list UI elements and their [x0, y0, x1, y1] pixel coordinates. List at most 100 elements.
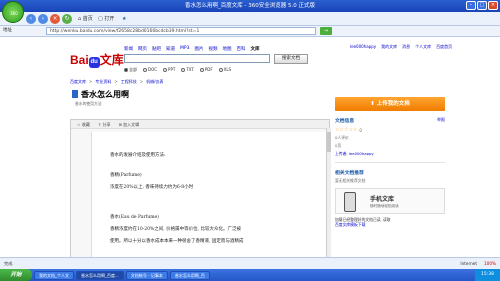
- document-page: 香水的发展介绍及使用方法: 香精(Parfume) 浓度在20%以上, 香味持续…: [91, 132, 327, 269]
- filter-radio[interactable]: XLS: [218, 67, 231, 73]
- web-page: Bai du 文库 新闻 网页 贴吧 知道 MP3 图片 视频 地图 百科 文库 lee000happ…: [0, 37, 500, 269]
- related-docs-note: 暂无相关推荐文档: [335, 178, 366, 183]
- document-viewer: ☆ 收藏 ⇪ 分享 ⊞ 加入文辑 香水的发展介绍及使用方法: 香精(Parfum…: [70, 119, 330, 269]
- rating: ☆☆☆☆☆ 0: [335, 127, 362, 133]
- title-bar: 360 香水怎么用啊_百度文库 - 360安全浏览器 5.0 正式版 – □ ×: [0, 0, 500, 23]
- nav-link[interactable]: 视频: [208, 46, 217, 52]
- taskbar-item[interactable]: 我的文档_个人文: [34, 270, 74, 280]
- word-doc-icon: [72, 90, 78, 98]
- related-docs-header: 相关文档推荐: [335, 171, 364, 176]
- breadcrumb: 百度文库 > 专业资料 > 工程科技 > 机械/仪表: [70, 79, 163, 85]
- nav-link[interactable]: 知道: [166, 46, 175, 52]
- baidu-paw-icon: du: [88, 57, 100, 68]
- open-button[interactable]: ▢ 打开: [98, 14, 114, 24]
- mobile-wenku-ad[interactable]: 手机文库 随时随地轻松阅读: [335, 188, 445, 214]
- taskbar-item[interactable]: 香水怎么用啊_百度...: [76, 270, 124, 280]
- scrollbar-thumb[interactable]: [327, 132, 331, 152]
- filter-radio[interactable]: PDF: [199, 67, 213, 73]
- filter-radio[interactable]: DOC: [143, 67, 157, 73]
- status-bar: 完成 Internet 100%: [0, 257, 500, 269]
- filter-radio[interactable]: 全部: [124, 67, 137, 73]
- radio-icon: [218, 68, 223, 72]
- uploader-link[interactable]: 上传者: lee000happy: [335, 151, 445, 157]
- window-title: 香水怎么用啊_百度文库 - 360安全浏览器 5.0 正式版: [185, 3, 315, 9]
- info-line: 0人评价: [335, 135, 349, 140]
- nav-link[interactable]: 新闻: [124, 46, 133, 52]
- add-to-collection-button[interactable]: ⊞ 加入文辑: [118, 120, 139, 128]
- nav-link[interactable]: 百科: [236, 46, 245, 52]
- maximize-icon[interactable]: □: [477, 1, 487, 10]
- forward-icon[interactable]: ›: [38, 14, 48, 24]
- status-text: 完成: [4, 261, 13, 266]
- start-button[interactable]: 开始: [0, 269, 32, 281]
- stop-icon[interactable]: ×: [50, 14, 60, 24]
- doc-line: 香水(Eau de Parfume): [110, 215, 159, 220]
- document-scrollbar[interactable]: [326, 128, 331, 268]
- nav-link[interactable]: 网页: [138, 46, 147, 52]
- rating-stars-icon[interactable]: ☆☆☆☆☆: [335, 127, 357, 133]
- user-link[interactable]: 个人文库: [415, 44, 431, 50]
- mobile-wenku-title: 手机文库: [370, 196, 395, 203]
- upload-document-button[interactable]: ⬆ 上传我的文档: [335, 97, 445, 111]
- zoom-level[interactable]: 100%: [484, 258, 496, 269]
- nav-link[interactable]: 贴吧: [152, 46, 161, 52]
- browser-window: 360 香水怎么用啊_百度文库 - 360安全浏览器 5.0 正式版 – □ ×…: [0, 0, 500, 281]
- divider: [335, 162, 445, 163]
- address-bar: 地址 http://wenku.baidu.com/view/f2658c28b…: [0, 26, 500, 37]
- right-sidebar: ⬆ 上传我的文档 文档信息 举报 ☆☆☆☆☆ 0 0人评价 0页 上传者: le…: [335, 97, 445, 227]
- nav-link[interactable]: 地图: [222, 46, 231, 52]
- url-field[interactable]: http://wenku.baidu.com/view/f2658c28bd01…: [46, 27, 316, 35]
- user-link[interactable]: 消息: [402, 44, 410, 50]
- home-button[interactable]: ⌂ 首页: [78, 14, 93, 24]
- browser-logo-text: 360: [10, 11, 18, 16]
- status-right: Internet 100%: [460, 258, 496, 269]
- taskbar-item[interactable]: 香水怎么用啊_百: [169, 270, 210, 280]
- refresh-icon[interactable]: ↻: [62, 14, 72, 24]
- filter-radio[interactable]: PPT: [163, 67, 175, 73]
- minimize-icon[interactable]: –: [466, 1, 476, 10]
- user-link[interactable]: 百度首页: [436, 44, 452, 50]
- breadcrumb-separator: >: [114, 79, 118, 84]
- user-link[interactable]: 我的文库: [381, 44, 397, 50]
- radio-icon: [181, 68, 186, 72]
- user-link[interactable]: lee000happy: [350, 44, 376, 50]
- system-clock: 15:38: [475, 269, 500, 281]
- window-controls: – □ ×: [466, 1, 498, 10]
- go-button[interactable]: →: [320, 27, 332, 35]
- breadcrumb-item[interactable]: 机械/仪表: [146, 79, 163, 85]
- baidu-wenku-logo[interactable]: Bai du 文库: [70, 51, 124, 68]
- internet-zone: Internet: [460, 261, 478, 266]
- nav-link[interactable]: 图片: [194, 46, 203, 52]
- taskbar-item[interactable]: 文档帐号 - 记事本: [125, 270, 168, 280]
- breadcrumb-item[interactable]: 工程科技: [121, 79, 137, 85]
- radio-icon: [143, 68, 147, 72]
- template-download-link[interactable]: 百度文库模板下载: [335, 222, 365, 227]
- doc-line: 香水的发展介绍及使用方法:: [110, 153, 166, 158]
- document-toolbar: ☆ 收藏 ⇪ 分享 ⊞ 加入文辑: [71, 120, 329, 129]
- breadcrumb-item[interactable]: 专业资料: [95, 79, 111, 85]
- breadcrumb-item[interactable]: 百度文库: [70, 79, 86, 85]
- radio-icon: [199, 68, 204, 72]
- doc-info-header: 文档信息 举报: [335, 117, 445, 124]
- doc-line: 香精(Parfume): [110, 173, 142, 178]
- nav-link[interactable]: 文库: [250, 46, 259, 52]
- breadcrumb-separator: >: [89, 79, 93, 84]
- top-nav: 新闻 网页 贴吧 知道 MP3 图片 视频 地图 百科 文库: [124, 46, 259, 52]
- back-icon[interactable]: ‹: [26, 14, 36, 24]
- breadcrumb-separator: >: [139, 79, 144, 84]
- document-subtitle: 香水的使用方法: [75, 101, 102, 106]
- report-link[interactable]: 举报: [437, 117, 445, 124]
- favorites-star-icon[interactable]: ★: [122, 14, 126, 24]
- close-icon[interactable]: ×: [488, 1, 498, 10]
- share-button[interactable]: ⇪ 分享: [98, 120, 111, 128]
- search-input[interactable]: [124, 54, 270, 63]
- browser-logo[interactable]: 360: [2, 1, 24, 23]
- nav-link[interactable]: MP3: [180, 46, 189, 52]
- doc-line: 使用。所以十分以香水成本本来一种很舍了香精液, 固定而与酒精成: [110, 239, 244, 244]
- phone-icon: [344, 192, 356, 212]
- radio-icon: [163, 68, 168, 72]
- search-button[interactable]: 搜索文档: [274, 54, 308, 64]
- filter-radio[interactable]: TXT: [181, 67, 194, 73]
- mobile-wenku-subtitle: 随时随地轻松阅读: [370, 204, 399, 208]
- collect-button[interactable]: ☆ 收藏: [77, 120, 90, 128]
